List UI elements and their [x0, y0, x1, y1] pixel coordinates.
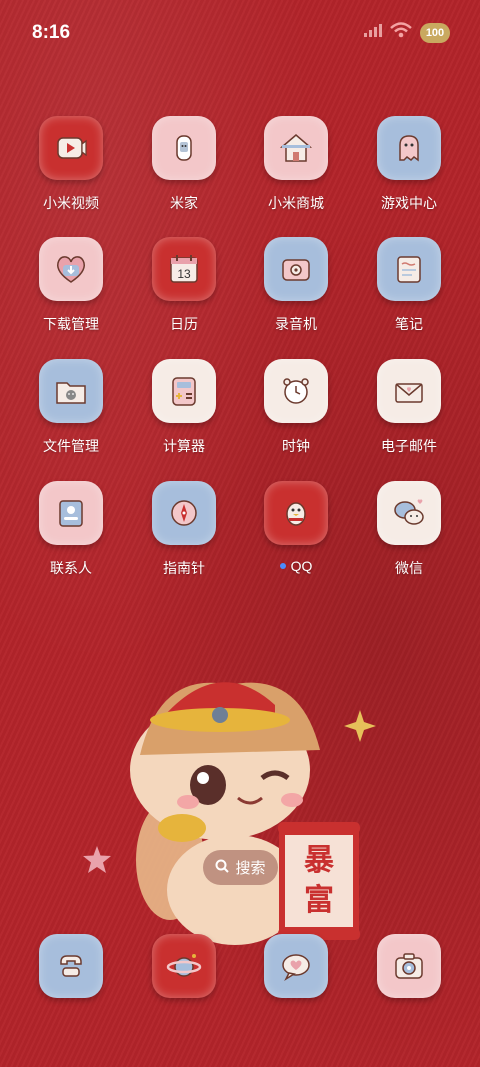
- star-icon: [83, 846, 111, 873]
- battery-indicator: 100: [420, 22, 450, 43]
- app-label: 小米商城: [268, 195, 324, 211]
- phone-icon: [39, 934, 103, 998]
- game-ghost-icon: [377, 116, 441, 180]
- mail-icon: [377, 359, 441, 423]
- app-calendar[interactable]: 13 日历: [134, 237, 234, 334]
- calculator-icon: [152, 359, 216, 423]
- dock-messages[interactable]: [246, 934, 346, 998]
- compass-icon: [152, 481, 216, 545]
- app-qq[interactable]: QQ: [246, 481, 346, 574]
- app-xiaomi-video[interactable]: 小米视频: [21, 116, 121, 213]
- dock-camera[interactable]: [359, 934, 459, 998]
- video-icon: [39, 116, 103, 180]
- search-icon: [215, 859, 230, 877]
- smart-home-icon: [152, 116, 216, 180]
- app-label: 指南针: [163, 560, 205, 576]
- app-label: 计算器: [163, 438, 205, 454]
- app-label-qq: QQ: [279, 558, 313, 574]
- cellular-signal-icon: [364, 23, 382, 42]
- wifi-icon: [390, 22, 412, 43]
- app-label: 日历: [170, 316, 198, 332]
- app-recorder[interactable]: 录音机: [246, 237, 346, 334]
- wechat-icon: [377, 481, 441, 545]
- app-label: 游戏中心: [381, 195, 437, 211]
- dock-phone[interactable]: [21, 934, 121, 998]
- app-label: 笔记: [395, 316, 423, 332]
- download-icon: [39, 237, 103, 301]
- app-label: 米家: [170, 195, 198, 211]
- mascot-banner-text-2: 富: [304, 883, 334, 918]
- status-bar: 8:16 100: [0, 0, 480, 60]
- app-label: 微信: [395, 560, 423, 576]
- calendar-icon: 13: [152, 237, 216, 301]
- notes-icon: [377, 237, 441, 301]
- app-game-center[interactable]: 游戏中心: [359, 116, 459, 213]
- folder-icon: [39, 359, 103, 423]
- messages-icon: [264, 934, 328, 998]
- search-label: 搜索: [235, 860, 266, 877]
- contacts-icon: [39, 481, 103, 545]
- app-file-manager[interactable]: 文件管理: [21, 359, 121, 456]
- app-compass[interactable]: 指南针: [134, 481, 234, 578]
- app-mijia[interactable]: 米家: [134, 116, 234, 213]
- notification-dot: [279, 563, 286, 569]
- app-download-manager[interactable]: 下载管理: [21, 237, 121, 334]
- camera-icon: [377, 934, 441, 998]
- app-label: 录音机: [275, 316, 317, 332]
- recorder-icon: [264, 237, 328, 301]
- app-label: 时钟: [282, 438, 310, 454]
- qq-penguin-icon: [264, 481, 328, 545]
- app-label: 联系人: [50, 560, 92, 576]
- app-email[interactable]: 电子邮件: [359, 359, 459, 456]
- mascot-banner-text-1: 暴: [304, 843, 335, 878]
- app-label: 文件管理: [43, 438, 99, 454]
- app-label: 小米视频: [43, 195, 99, 211]
- clock-icon: [264, 359, 328, 423]
- app-label: 电子邮件: [381, 438, 437, 454]
- app-wechat[interactable]: 微信: [359, 481, 459, 578]
- browser-planet-icon: [152, 934, 216, 998]
- search-button[interactable]: 搜索: [203, 850, 278, 885]
- app-notes[interactable]: 笔记: [359, 237, 459, 334]
- app-xiaomi-store[interactable]: 小米商城: [246, 116, 346, 213]
- status-icons: 100: [364, 22, 450, 43]
- app-calculator[interactable]: 计算器: [134, 359, 234, 456]
- app-label: QQ: [290, 558, 313, 574]
- horse-mascot-illustration: 暴 富: [130, 682, 376, 945]
- calendar-day-number: 13: [177, 267, 191, 281]
- dock-browser[interactable]: [134, 934, 234, 998]
- status-time: 8:16: [32, 22, 71, 43]
- app-clock[interactable]: 时钟: [246, 359, 346, 456]
- store-icon: [264, 116, 328, 180]
- app-label: 下载管理: [43, 316, 99, 332]
- app-contacts[interactable]: 联系人: [21, 481, 121, 578]
